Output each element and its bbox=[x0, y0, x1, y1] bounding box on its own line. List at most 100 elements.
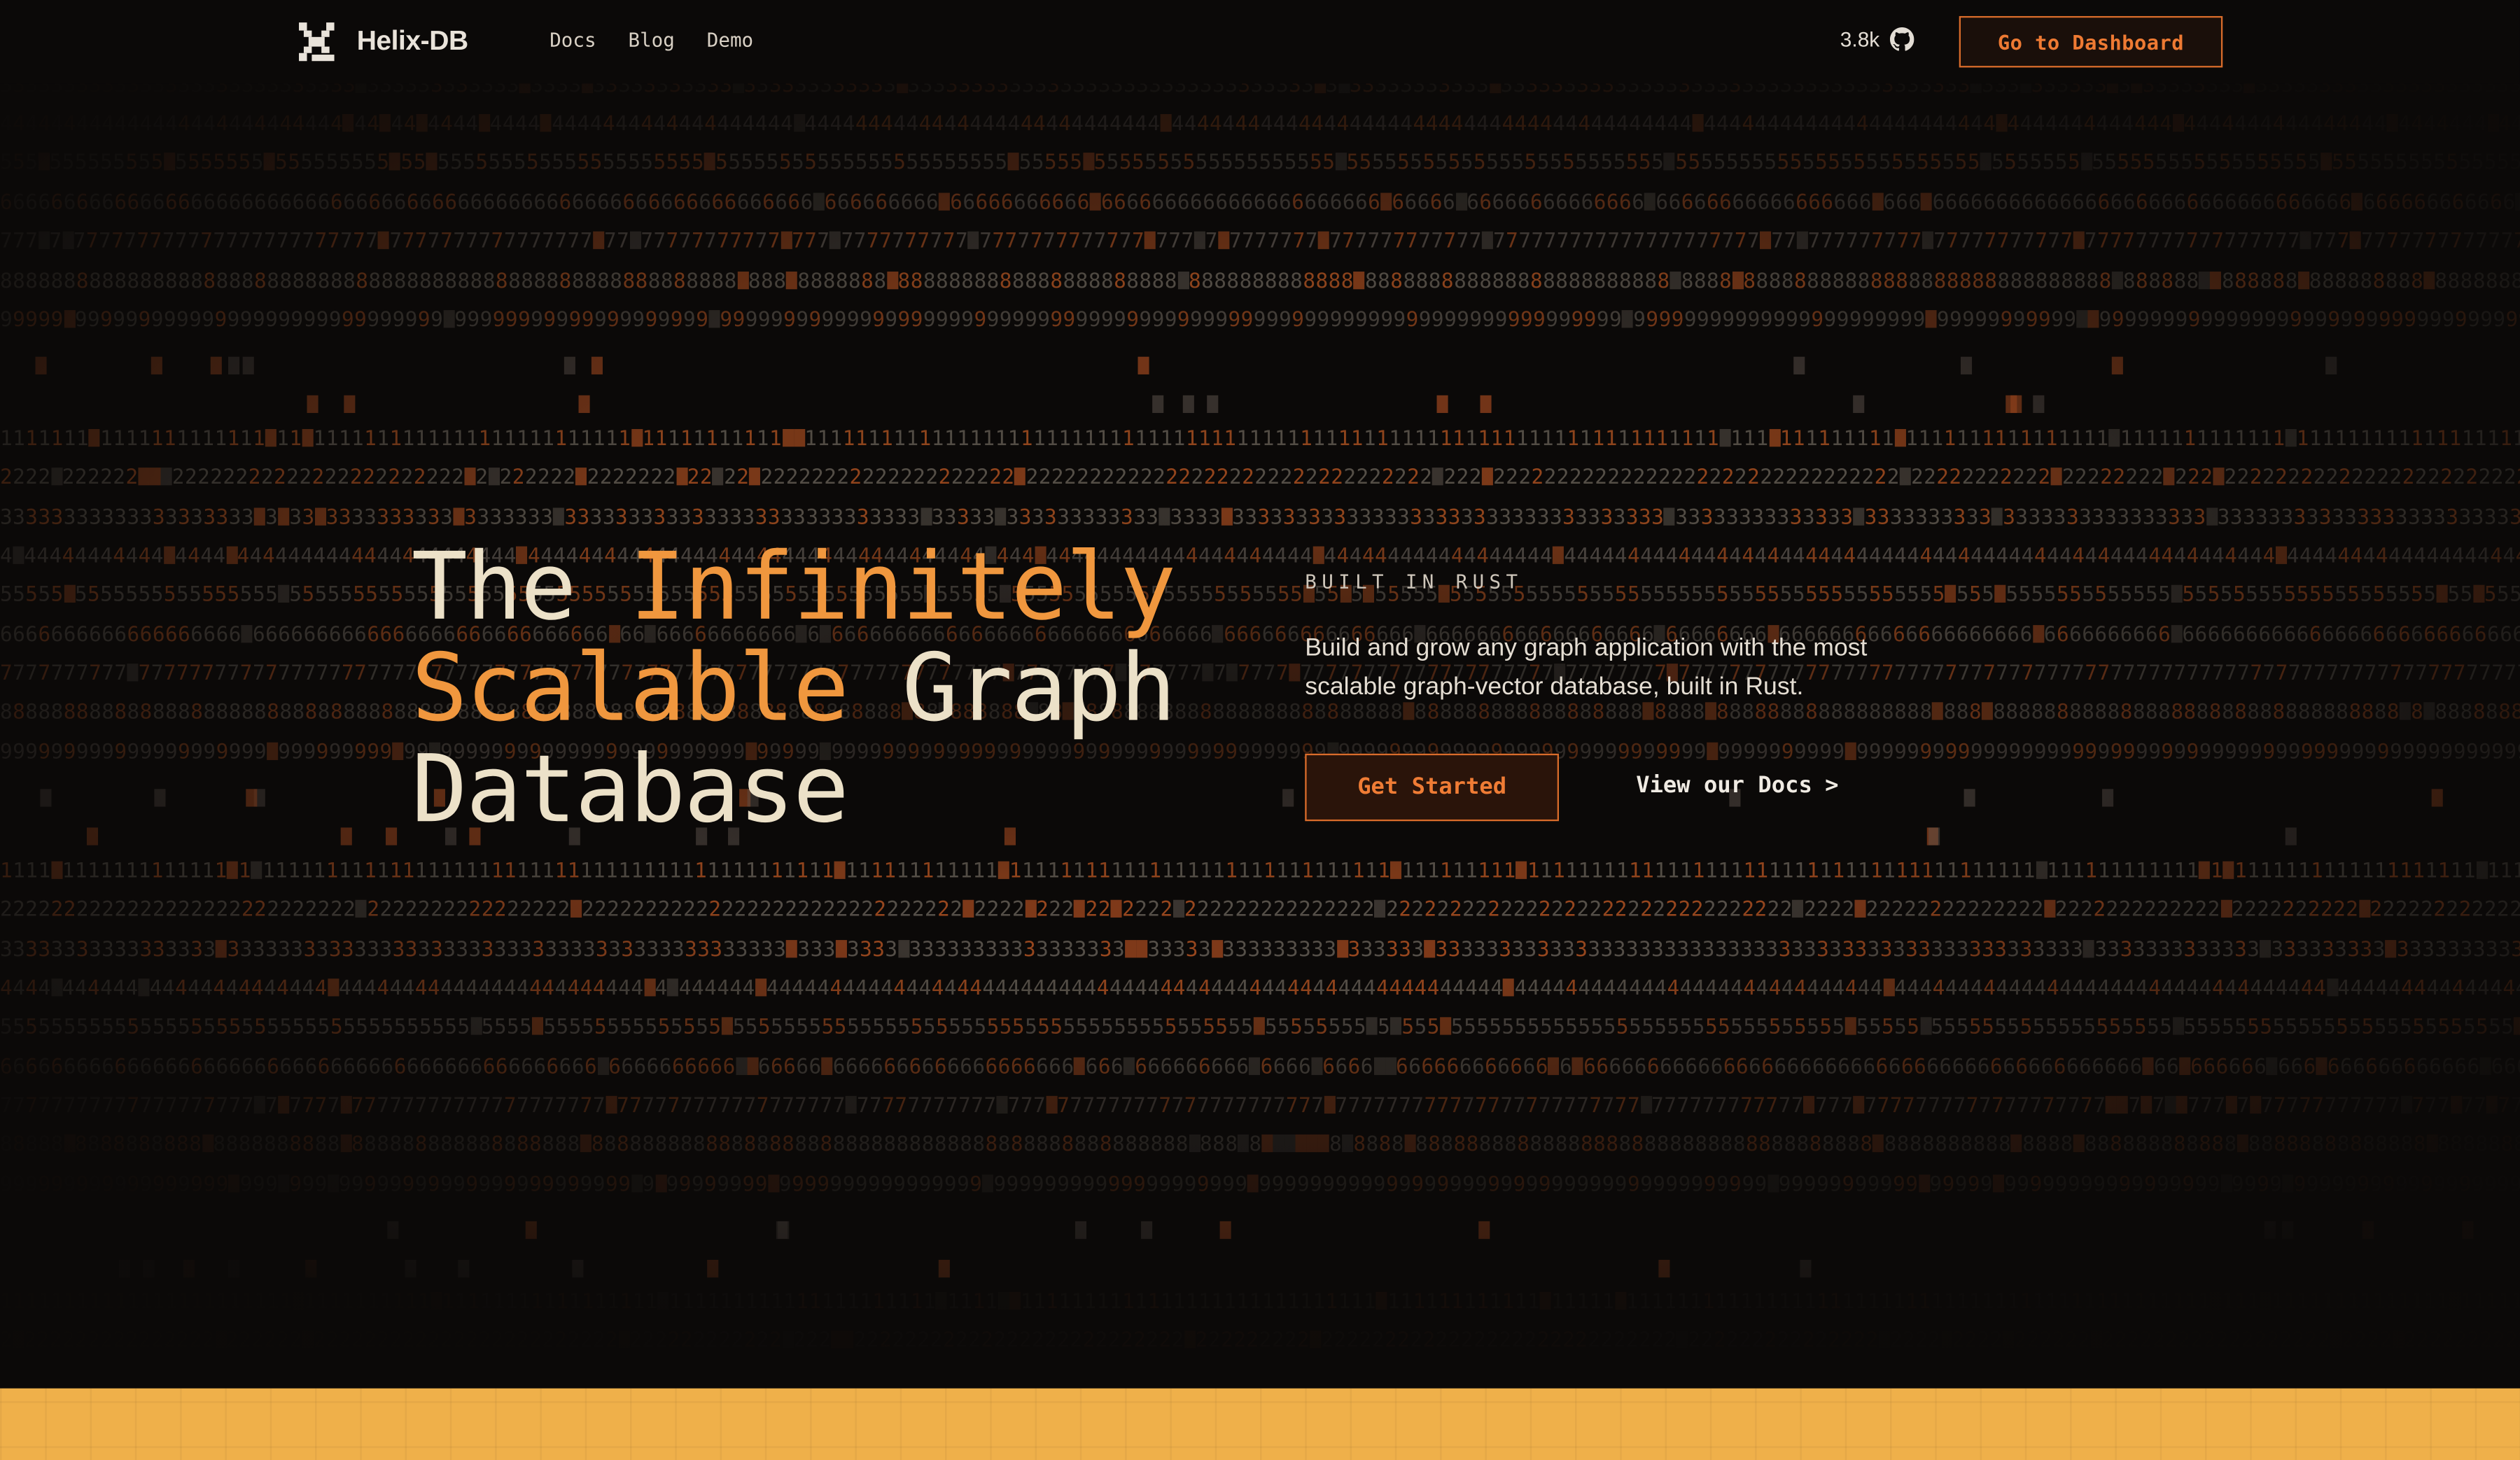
matrix-block bbox=[1658, 1259, 1670, 1278]
matrix-block bbox=[2264, 1221, 2276, 1240]
matrix-block bbox=[1853, 395, 1865, 414]
matrix-row: 5555555555555555555555555555555555555555… bbox=[0, 150, 2520, 176]
nav-link-demo[interactable]: Demo bbox=[707, 29, 753, 51]
bottom-accent-band bbox=[0, 1388, 2520, 1460]
matrix-row: 3333333333333333333333333333333333333333… bbox=[0, 938, 2520, 963]
matrix-block bbox=[1152, 395, 1164, 414]
brand-logo[interactable]: Helix-DB bbox=[295, 21, 468, 63]
matrix-row: 1111111111111111111111111111111111111111… bbox=[0, 427, 2520, 452]
matrix-block bbox=[2462, 1221, 2474, 1240]
matrix-block bbox=[564, 356, 575, 374]
brand-name: Helix-DB bbox=[356, 25, 468, 57]
hero-title-database: Database bbox=[411, 734, 849, 844]
chevron-right-icon: > bbox=[1825, 773, 1839, 799]
view-docs-label: View our Docs bbox=[1636, 773, 1812, 799]
hero-title-line-2: Scalable Graph bbox=[412, 637, 1177, 739]
matrix-row: 5555555555555555555555555555555555555555… bbox=[0, 1012, 2520, 1044]
matrix-block bbox=[1960, 356, 1973, 374]
matrix-block bbox=[143, 1259, 155, 1278]
matrix-row: 4444444444444444444444444444444444444444… bbox=[0, 112, 2520, 137]
matrix-block bbox=[405, 1259, 416, 1278]
matrix-block bbox=[938, 1259, 950, 1278]
hero-title-infinitely: Infinitely bbox=[629, 531, 1176, 642]
matrix-block bbox=[150, 356, 162, 374]
hero-title-line-3: Database bbox=[412, 738, 1175, 841]
matrix-block bbox=[591, 356, 603, 374]
matrix-row: 8888888888888888888888888888888888888888… bbox=[0, 1132, 2520, 1158]
matrix-block bbox=[458, 1259, 470, 1278]
matrix-row: 6666666666666666666666666666666666666666… bbox=[0, 1055, 2520, 1080]
matrix-block bbox=[1480, 395, 1492, 414]
matrix-block bbox=[2431, 789, 2443, 807]
hero-title-graph: Graph bbox=[902, 633, 1177, 743]
hero-eyebrow: BUILT IN RUST bbox=[1305, 570, 1523, 594]
hero-description: Build and grow any graph application wit… bbox=[1305, 634, 1868, 701]
matrix-row: 9999999999999999999999999999999999999999… bbox=[0, 1173, 2520, 1198]
matrix-block bbox=[305, 1259, 317, 1278]
matrix-block bbox=[228, 1259, 240, 1278]
matrix-block bbox=[525, 1221, 537, 1240]
go-to-dashboard-button[interactable]: Go to Dashboard bbox=[1959, 15, 2223, 68]
matrix-row: 1111111111111111111111111111111111111111… bbox=[0, 1290, 2520, 1315]
nav-link-docs[interactable]: Docs bbox=[550, 29, 596, 51]
nav-links: Docs Blog Demo bbox=[550, 29, 753, 51]
matrix-block bbox=[35, 356, 47, 374]
matrix-block bbox=[2111, 356, 2123, 374]
matrix-block bbox=[572, 1259, 584, 1278]
matrix-block bbox=[118, 1259, 130, 1278]
github-icon bbox=[1889, 27, 1914, 51]
matrix-row: 7777777777777777777777777777777777777777… bbox=[0, 230, 2520, 254]
matrix-block bbox=[2282, 1221, 2294, 1240]
matrix-block bbox=[1182, 395, 1194, 414]
matrix-row: 6666666666666666666666666666666666666666… bbox=[0, 188, 2520, 220]
matrix-row: 7777777777777777777777777777777777777777… bbox=[0, 1094, 2520, 1118]
matrix-block bbox=[86, 827, 99, 845]
matrix-block bbox=[2010, 395, 2022, 414]
matrix-block bbox=[246, 789, 258, 807]
matrix-block bbox=[2362, 1221, 2374, 1240]
matrix-block bbox=[1436, 395, 1448, 414]
matrix-block bbox=[1793, 356, 1805, 374]
matrix-block bbox=[387, 1221, 399, 1240]
matrix-block bbox=[344, 395, 356, 414]
hero-title-line-1: The Infinitely bbox=[412, 536, 1177, 638]
matrix-block bbox=[2325, 356, 2337, 374]
hero-title: The Infinitely Scalable Graph Database bbox=[412, 536, 1177, 841]
page: 3333333333333333333333333333 333333333333… bbox=[0, 0, 2520, 1460]
helix-logo-icon bbox=[299, 22, 335, 62]
matrix-block bbox=[1207, 395, 1219, 414]
matrix-block bbox=[578, 395, 590, 414]
matrix-block bbox=[183, 1259, 195, 1278]
matrix-row: 2222222222222222222222222222222222222222… bbox=[0, 465, 2520, 491]
matrix-block bbox=[1478, 1221, 1490, 1240]
matrix-row: 4444444444444444444444444444444444444444… bbox=[0, 976, 2520, 1002]
matrix-block bbox=[242, 356, 254, 374]
matrix-block bbox=[2102, 789, 2114, 807]
matrix-block bbox=[2033, 395, 2045, 414]
matrix-block bbox=[1141, 1221, 1153, 1240]
top-navigation: Helix-DB Docs Blog Demo 3.8k Go to Dashb… bbox=[0, 0, 2520, 84]
hero-title-the: The bbox=[411, 531, 577, 642]
matrix-block bbox=[1074, 1221, 1087, 1240]
matrix-row: 2222222222222222222222222222222222222222… bbox=[0, 1328, 2520, 1354]
view-docs-link[interactable]: View our Docs > bbox=[1636, 773, 1838, 799]
nav-link-blog[interactable]: Blog bbox=[628, 29, 674, 51]
github-star-count: 3.8k bbox=[1840, 27, 1880, 52]
matrix-row: 2222222222222222222222222222222222222222… bbox=[0, 898, 2520, 922]
get-started-button[interactable]: Get Started bbox=[1305, 753, 1560, 822]
matrix-row: 9999999999999999999999999999999999999999… bbox=[0, 308, 2520, 333]
matrix-block bbox=[228, 356, 240, 374]
matrix-block bbox=[778, 1221, 790, 1240]
matrix-block bbox=[210, 356, 222, 374]
matrix-block bbox=[307, 395, 318, 414]
hero-title-scalable: Scalable bbox=[411, 633, 849, 743]
matrix-block bbox=[2285, 827, 2297, 845]
matrix-block bbox=[1219, 1221, 1231, 1240]
matrix-block bbox=[1138, 356, 1149, 374]
matrix-row: 8888888888888888888888888888888888888888… bbox=[0, 269, 2520, 295]
matrix-block bbox=[154, 789, 166, 807]
matrix-block bbox=[40, 789, 52, 807]
matrix-block bbox=[1800, 1259, 1812, 1278]
matrix-block bbox=[707, 1259, 719, 1278]
github-stars-link[interactable]: 3.8k bbox=[1840, 27, 1914, 51]
